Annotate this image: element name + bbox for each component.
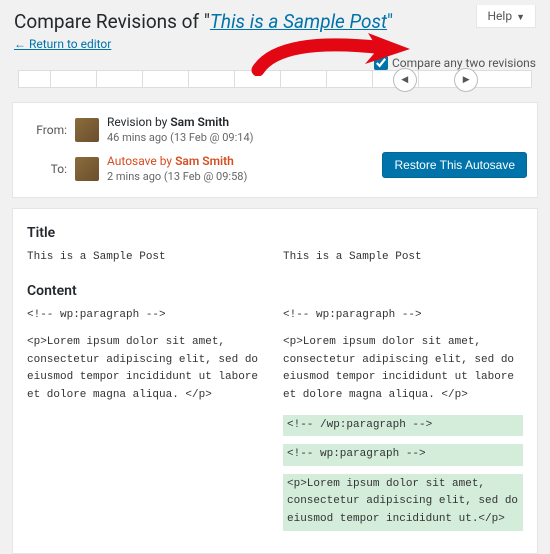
added-line: <!-- /wp:paragraph --> <box>283 415 523 437</box>
slider-handle-to[interactable] <box>454 68 478 92</box>
diff-title-right: This is a Sample Post <box>283 249 523 277</box>
slider-handle-from[interactable] <box>393 68 417 92</box>
added-line: <p>Lorem ipsum dolor sit amet, consectet… <box>283 474 523 531</box>
from-label: From: <box>23 123 67 137</box>
title-suffix: " <box>387 10 393 33</box>
post-title-link[interactable]: This is a Sample Post <box>210 10 387 33</box>
help-label: Help <box>487 9 512 23</box>
revision-meta-box: From: Revision by Sam Smith 46 mins ago … <box>12 102 538 198</box>
restore-autosave-button[interactable]: Restore This Autosave <box>382 152 527 178</box>
to-revision-text: Autosave by Sam Smith 2 mins ago (13 Feb… <box>107 154 247 185</box>
to-row: To: Autosave by Sam Smith 2 mins ago (13… <box>23 150 527 189</box>
avatar <box>75 157 99 181</box>
chevron-down-icon: ▼ <box>516 13 525 23</box>
diff-content-heading: Content <box>27 283 523 299</box>
page-title: Compare Revisions of "This is a Sample P… <box>14 10 536 35</box>
return-to-editor-link[interactable]: ← Return to editor <box>14 37 111 51</box>
revision-slider[interactable] <box>0 60 550 88</box>
diff-title-left: This is a Sample Post <box>27 249 267 277</box>
diff-content-right: <!-- wp:paragraph --> <p>Lorem ipsum dol… <box>283 307 523 539</box>
slider-track[interactable] <box>18 70 532 88</box>
avatar <box>75 118 99 142</box>
from-row: From: Revision by Sam Smith 46 mins ago … <box>23 111 527 150</box>
diff-viewer: Title This is a Sample Post This is a Sa… <box>12 208 538 554</box>
added-line: <!-- wp:paragraph --> <box>283 444 523 466</box>
diff-title-heading: Title <box>27 225 523 241</box>
title-prefix: Compare Revisions of " <box>14 10 210 33</box>
from-revision-text: Revision by Sam Smith 46 mins ago (13 Fe… <box>107 115 253 146</box>
help-tab[interactable]: Help ▼ <box>476 5 536 28</box>
diff-content-left: <!-- wp:paragraph --> <p>Lorem ipsum dol… <box>27 307 267 539</box>
to-label: To: <box>23 162 67 176</box>
